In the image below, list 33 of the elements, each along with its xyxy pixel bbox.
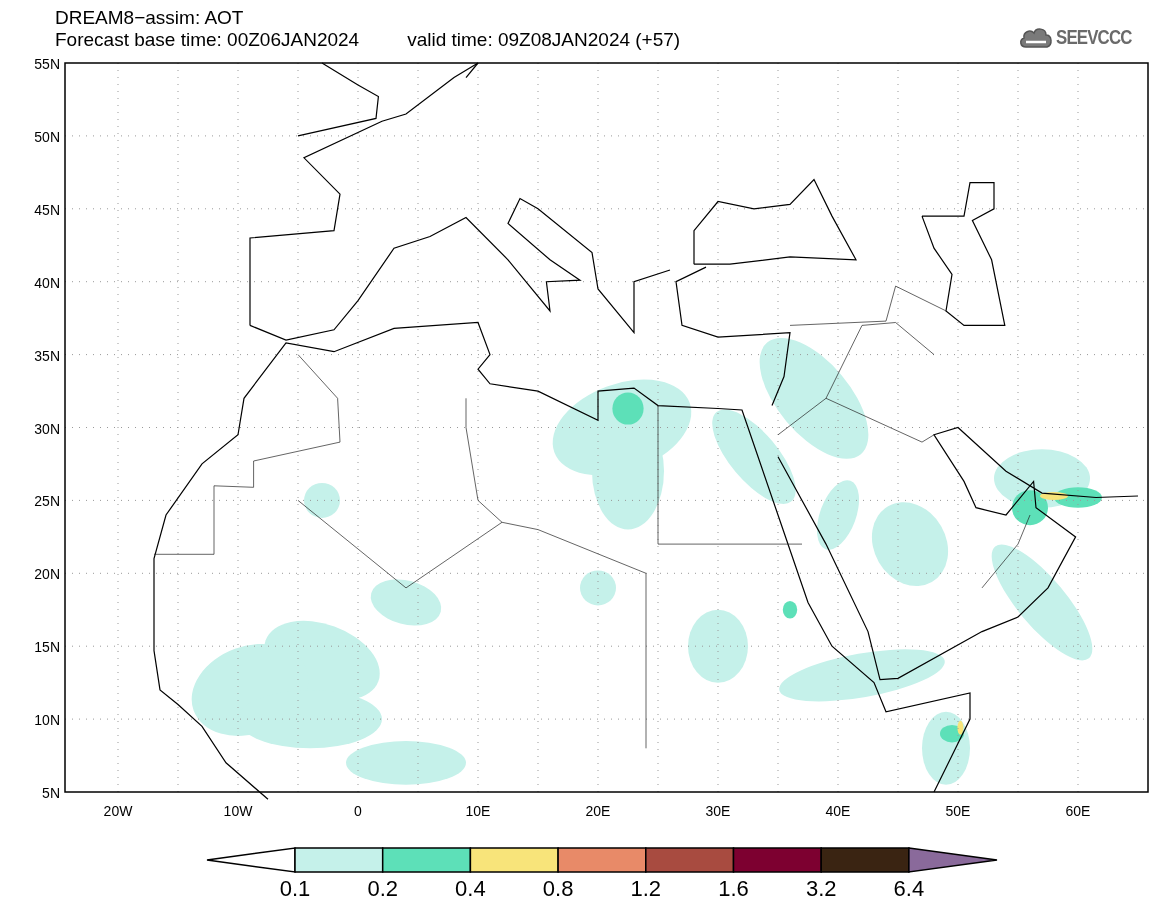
- legend-label: 6.4: [893, 876, 925, 900]
- legend-label: 3.2: [805, 876, 837, 900]
- latitude-label: 5N: [42, 785, 60, 801]
- latitude-label: 15N: [34, 639, 60, 656]
- longitude-label: 10W: [223, 803, 253, 819]
- latitude-label: 40N: [34, 274, 60, 291]
- latitude-label: 35N: [34, 347, 60, 364]
- valid-time: valid time: 09Z08JAN2024 (+57): [407, 29, 681, 51]
- legend-label: 0.8: [542, 876, 574, 900]
- longitude-label: 60E: [1065, 803, 1091, 819]
- latitude-label: 30N: [34, 420, 60, 437]
- latitude-label: 10N: [34, 712, 60, 729]
- cloud-logo-icon: [1018, 25, 1055, 49]
- longitude-label: 40E: [825, 803, 851, 819]
- latitude-label: 50N: [34, 128, 60, 145]
- chart-title: DREAM8−assim: AOT: [55, 7, 245, 29]
- longitude-label: 0: [354, 803, 362, 819]
- legend-label: 0.2: [367, 876, 398, 900]
- latitude-label: 45N: [34, 201, 60, 218]
- latitude-label: 20N: [34, 566, 60, 583]
- latitude-label: 55N: [34, 56, 60, 72]
- legend-label: 0.4: [455, 876, 486, 900]
- legend-label: 1.2: [630, 876, 662, 900]
- base-time: Forecast base time: 00Z06JAN2024: [55, 29, 360, 51]
- logo-text: SEEVCCC: [1056, 26, 1133, 48]
- longitude-label: 50E: [945, 803, 971, 819]
- longitude-label: 20E: [585, 803, 611, 819]
- latitude-label: 25N: [34, 493, 60, 510]
- legend-label: 1.6: [718, 876, 749, 900]
- longitude-label: 20W: [103, 803, 133, 819]
- longitude-label: 30E: [705, 803, 731, 819]
- longitude-label: 10E: [465, 803, 491, 819]
- legend-label: 0.1: [279, 876, 311, 900]
